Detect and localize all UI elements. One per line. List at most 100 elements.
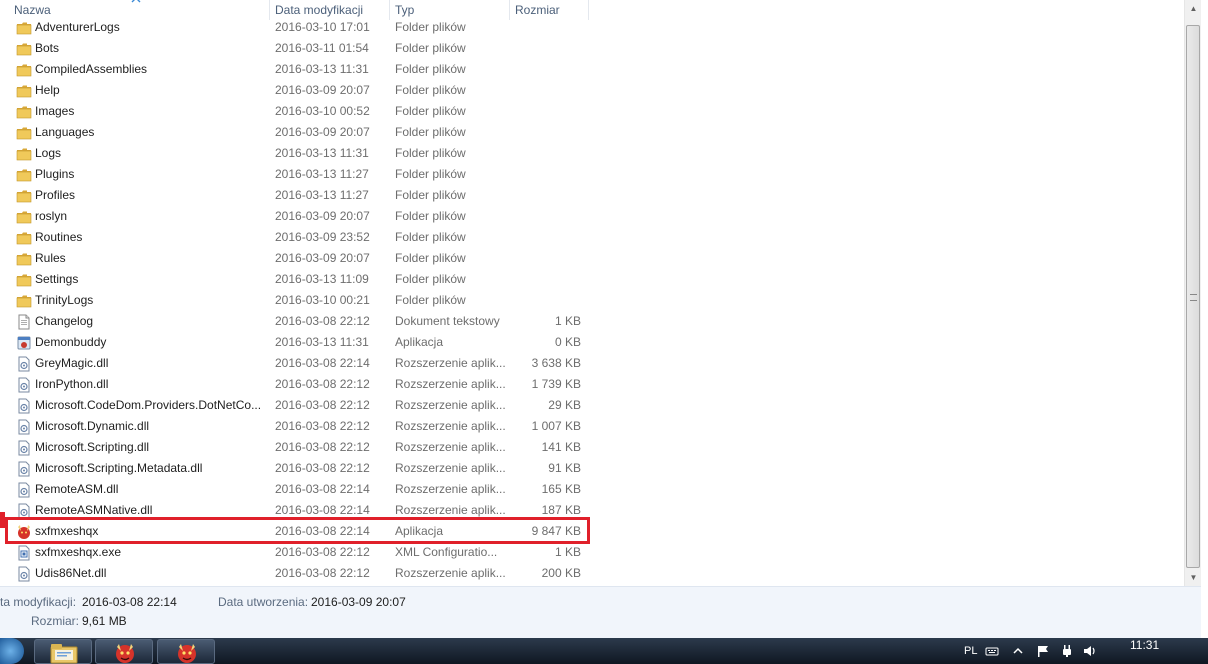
file-row[interactable]: Microsoft.Dynamic.dll 2016-03-08 22:12 Roz…: [0, 416, 1184, 437]
file-row[interactable]: Logs 2016-03-13 11:31 Folder plików: [0, 143, 1184, 164]
file-date: 2016-03-08 22:12: [275, 419, 370, 433]
file-size: [510, 185, 581, 206]
explorer-folder-icon: [50, 644, 78, 664]
scroll-up-button[interactable]: ▲: [1185, 0, 1202, 17]
file-size: 1 KB: [554, 314, 581, 328]
file-row[interactable]: RemoteASM.dll 2016-03-08 22:14 Rozszerzeni…: [0, 479, 1184, 500]
file-name: CompiledAssemblies: [35, 62, 148, 76]
file-date: 2016-03-08 22:12: [275, 566, 370, 580]
file-type: Folder plików: [395, 167, 466, 181]
language-indicator[interactable]: PL: [964, 638, 977, 664]
file-name: Help: [35, 83, 60, 97]
file-row[interactable]: Routines 2016-03-09 23:52 Folder plików: [0, 227, 1184, 248]
file-size: 29 KB: [548, 398, 581, 412]
dll-icon: [16, 419, 32, 435]
folder-icon: [16, 20, 32, 36]
file-row[interactable]: Images 2016-03-10 00:52 Folder plików: [0, 101, 1184, 122]
file-date: 2016-03-09 20:07: [275, 251, 370, 265]
file-name: Profiles: [35, 188, 76, 202]
file-size: [510, 164, 581, 185]
file-type: Folder plików: [395, 20, 466, 34]
file-type: Folder plików: [395, 146, 466, 160]
file-size: [510, 38, 581, 59]
file-row[interactable]: Microsoft.Scripting.Metadata.dll 2016-03-…: [0, 458, 1184, 479]
file-row[interactable]: sxfmxeshqx.exe 2016-03-08 22:12 XML Config…: [0, 542, 1184, 563]
file-size: [510, 290, 581, 311]
flag-icon[interactable]: [1036, 644, 1050, 658]
file-row[interactable]: Settings 2016-03-13 11:09 Folder plików: [0, 269, 1184, 290]
file-row[interactable]: CompiledAssemblies 2016-03-13 11:31 Folder…: [0, 59, 1184, 80]
file-row[interactable]: Microsoft.CodeDom.Providers.DotNetCo... 2…: [0, 395, 1184, 416]
file-row[interactable]: Profiles 2016-03-13 11:27 Folder plików: [0, 185, 1184, 206]
file-name: Udis86Net.dll: [35, 566, 107, 580]
file-row[interactable]: AdventurerLogs 2016-03-10 17:01 Folder pli…: [0, 17, 1184, 38]
vertical-scrollbar[interactable]: ▲ ▼: [1184, 0, 1201, 586]
file-size: 1 007 KB: [531, 419, 581, 433]
highlight-annotation-box: [5, 517, 590, 544]
modified-label: ta modyfikacji:: [0, 595, 77, 609]
keyboard-icon[interactable]: [985, 644, 999, 658]
file-name: Microsoft.Scripting.Metadata.dll: [35, 461, 203, 475]
scroll-thumb[interactable]: [1186, 25, 1200, 568]
file-name: Changelog: [35, 314, 94, 328]
created-label: Data utworzenia:: [218, 595, 309, 609]
file-type: Rozszerzenie aplik...: [395, 398, 505, 412]
dll-icon: [16, 482, 32, 498]
start-button[interactable]: [0, 638, 24, 664]
file-row[interactable]: Udis86Net.dll 2016-03-08 22:12 Rozszerzeni…: [0, 563, 1184, 584]
file-row[interactable]: Changelog 2016-03-08 22:12 Dokument teksto…: [0, 311, 1184, 332]
file-size: [510, 17, 581, 38]
file-row[interactable]: Plugins 2016-03-13 11:27 Folder plików: [0, 164, 1184, 185]
file-row[interactable]: TrinityLogs 2016-03-10 00:21 Folder plików: [0, 290, 1184, 311]
file-type: Folder plików: [395, 62, 466, 76]
chevron-down-icon: ▼: [1189, 573, 1198, 582]
file-name: IronPython.dll: [35, 377, 109, 391]
file-date: 2016-03-13 11:31: [275, 146, 369, 160]
created-value: 2016-03-09 20:07: [311, 595, 406, 609]
demon-app-icon: [116, 644, 134, 663]
file-size: 141 KB: [541, 440, 581, 454]
file-type: Folder plików: [395, 188, 466, 202]
folder-icon: [16, 230, 32, 246]
file-row[interactable]: Rules 2016-03-09 20:07 Folder plików: [0, 248, 1184, 269]
file-row[interactable]: Microsoft.Scripting.dll 2016-03-08 22:12 R…: [0, 437, 1184, 458]
file-type: Rozszerzenie aplik...: [395, 419, 505, 433]
volume-icon[interactable]: [1083, 644, 1097, 658]
file-row[interactable]: Languages 2016-03-09 20:07 Folder plików: [0, 122, 1184, 143]
size-value: 9,61 MB: [82, 614, 127, 628]
file-date: 2016-03-08 22:14: [275, 356, 370, 370]
file-size: 1 739 KB: [531, 377, 581, 391]
file-size: [510, 269, 581, 290]
file-date: 2016-03-08 22:12: [275, 545, 370, 559]
file-rows: AdventurerLogs 2016-03-10 17:01 Folder pli…: [0, 17, 1184, 584]
file-name: Microsoft.Dynamic.dll: [35, 419, 150, 433]
taskbar-demonbuddy-button-2[interactable]: [157, 639, 215, 664]
file-row[interactable]: IronPython.dll 2016-03-08 22:12 Rozszerzen…: [0, 374, 1184, 395]
file-row[interactable]: GreyMagic.dll 2016-03-08 22:14 Rozszerzeni…: [0, 353, 1184, 374]
folder-icon: [16, 83, 32, 99]
taskbar-demonbuddy-button[interactable]: [95, 639, 153, 664]
folder-icon: [16, 293, 32, 309]
file-row[interactable]: roslyn 2016-03-09 20:07 Folder plików: [0, 206, 1184, 227]
clock-time[interactable]: 11:31: [1130, 632, 1159, 658]
file-size: 1 KB: [554, 545, 581, 559]
scroll-down-button[interactable]: ▼: [1185, 569, 1202, 586]
file-name: Microsoft.CodeDom.Providers.DotNetCo...: [35, 398, 262, 412]
file-name: Languages: [35, 125, 95, 139]
details-pane: ta modyfikacji: 2016-03-08 22:14 Data ut…: [0, 586, 1201, 638]
taskbar-explorer-button[interactable]: [34, 639, 92, 664]
file-type: Folder plików: [395, 251, 466, 265]
file-name: roslyn: [35, 209, 68, 223]
file-row[interactable]: Help 2016-03-09 20:07 Folder plików: [0, 80, 1184, 101]
application-icon: [16, 335, 32, 351]
power-plug-icon[interactable]: [1060, 644, 1074, 658]
file-row[interactable]: Bots 2016-03-11 01:54 Folder plików: [0, 38, 1184, 59]
size-label: Rozmiar:: [31, 614, 80, 628]
chevron-up-icon[interactable]: [1011, 644, 1025, 658]
file-row[interactable]: Demonbuddy 2016-03-13 11:31 Aplikacja 0 KB: [0, 332, 1184, 353]
file-name: GreyMagic.dll: [35, 356, 109, 370]
file-name: RemoteASM.dll: [35, 482, 119, 496]
xml-config-icon: [16, 545, 32, 561]
file-date: 2016-03-10 00:52: [275, 104, 370, 118]
file-name: Settings: [35, 272, 79, 286]
